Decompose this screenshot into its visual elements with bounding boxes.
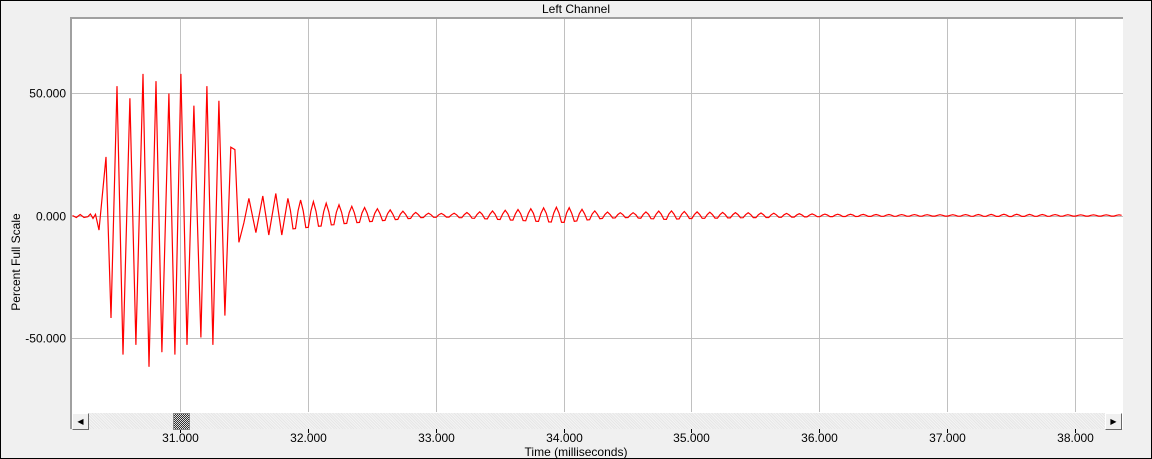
right-margin [1123, 17, 1151, 430]
x-tick-label: 35.000 [673, 431, 710, 445]
horizontal-scrollbar[interactable]: ◀ ▶ [72, 413, 1122, 430]
x-axis-title: Time (milliseconds) [524, 445, 628, 459]
x-tick-label: 37.000 [929, 431, 966, 445]
left-arrow-icon: ◀ [77, 417, 84, 426]
x-tick-label: 36.000 [801, 431, 838, 445]
y-tick-label: 0.000 [36, 210, 66, 224]
scroll-left-button[interactable]: ◀ [72, 413, 89, 430]
x-tick-label: 34.000 [546, 431, 583, 445]
scrollbar-thumb[interactable] [173, 413, 190, 430]
x-tick-label: 31.000 [162, 431, 199, 445]
x-tick-label: 38.000 [1057, 431, 1094, 445]
x-tick-label: 33.000 [418, 431, 455, 445]
y-tick-label: 50.000 [29, 87, 66, 101]
plot-area [72, 19, 1123, 429]
chart-svg: 31.000 32.000 33.000 34.000 35.000 36.000 37.0… [25, 17, 1151, 445]
right-arrow-icon: ▶ [1110, 417, 1117, 426]
y-axis-title: Percent Full Scale [9, 213, 23, 311]
scroll-right-button[interactable]: ▶ [1105, 413, 1122, 430]
y-tick-label: -50.000 [25, 332, 66, 346]
x-tick-label: 32.000 [290, 431, 327, 445]
